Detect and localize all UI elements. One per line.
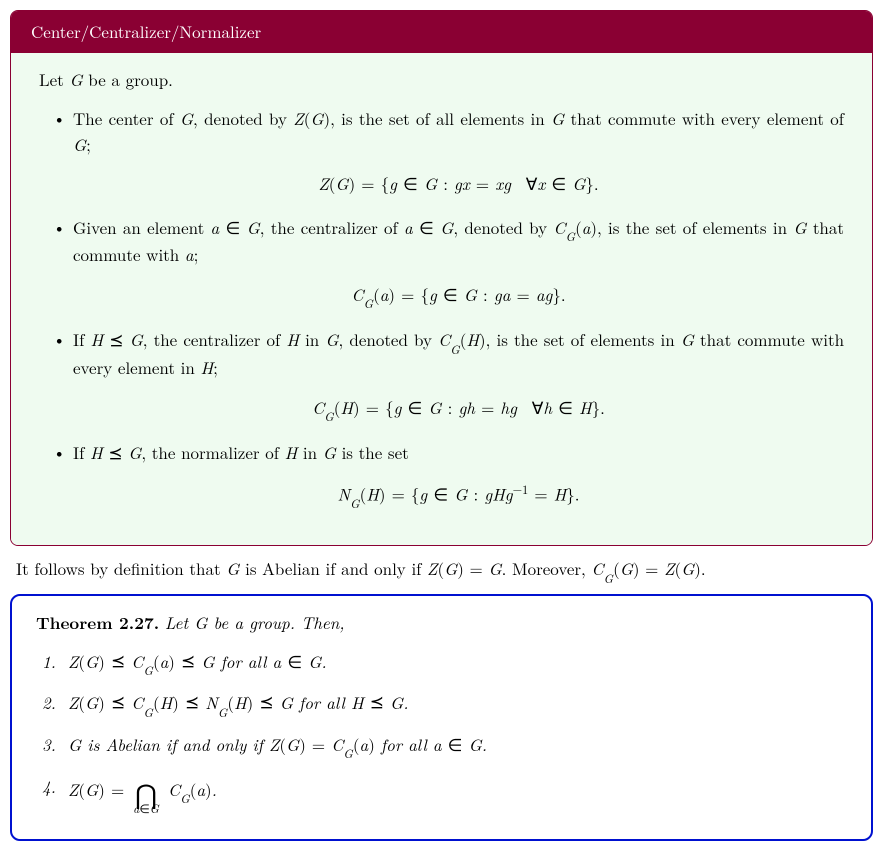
def-math-centralizer-elem: CG(a) = {g ∈ G : ga = ag}. (73, 282, 844, 310)
def-math-normalizer: NG(H) = {g ∈ G : gHg−1 = H}. (73, 480, 844, 509)
thm-item-1: 1. Z(G) ⪯ CG(a) ⪯ G for all a ∈ G. (68, 649, 847, 677)
def-item-centralizer-elem: Given an element a ∈ G, the centralizer … (73, 215, 844, 310)
definition-body: Let G be a group. The center of G, denot… (11, 53, 872, 546)
theorem-intro: Let G be a group. Then, (165, 610, 345, 634)
theorem-label: Theorem 2.27. (36, 611, 159, 635)
theorem-list: 1. Z(G) ⪯ CG(a) ⪯ G for all a ∈ G. 2. Z(… (36, 649, 847, 811)
theorem-head-line: Theorem 2.27. Let G be a group. Then, (36, 610, 847, 637)
middle-paragraph: It follows by definition that G is Abeli… (16, 556, 867, 584)
thm-item-3: 3. G is Abelian if and only if Z(G) = CG… (68, 732, 847, 760)
theorem-box: Theorem 2.27. Let G be a group. Then, 1.… (10, 594, 873, 841)
def-text: Given an element a ∈ G, the centralizer … (73, 215, 844, 267)
definition-list: The center of G, denoted by Z(G), is the… (39, 106, 844, 509)
def-item-normalizer: If H ⪯ G, the normalizer of H in G is th… (73, 440, 844, 509)
def-text: If H ⪯ G, the normalizer of H in G is th… (73, 440, 409, 464)
thm-item-2: 2. Z(G) ⪯ CG(H) ⪯ NG(H) ⪯ G for all H ⪯ … (68, 690, 847, 718)
thm-item-4: 4. Z(G) = ⋂ a∈G CG(a). (68, 774, 847, 811)
definition-intro: Let G be a group. (39, 67, 844, 93)
def-text: The center of G, denoted by Z(G), is the… (73, 106, 844, 156)
intersection-symbol: ⋂ a∈G (133, 779, 159, 816)
definition-title: Center/Centralizer/Normalizer (11, 11, 872, 53)
def-math-centralizer-sub: CG(H) = {g ∈ G : gh = hg ∀h ∈ H}. (73, 395, 844, 423)
def-item-center: The center of G, denoted by Z(G), is the… (73, 106, 844, 197)
def-item-centralizer-sub: If H ⪯ G, the centralizer of H in G, den… (73, 327, 844, 422)
def-text: If H ⪯ G, the centralizer of H in G, den… (73, 327, 844, 379)
definition-box: Center/Centralizer/Normalizer Let G be a… (10, 10, 873, 546)
def-math-center: Z(G) = {g ∈ G : gx = xg ∀x ∈ G}. (73, 171, 844, 197)
